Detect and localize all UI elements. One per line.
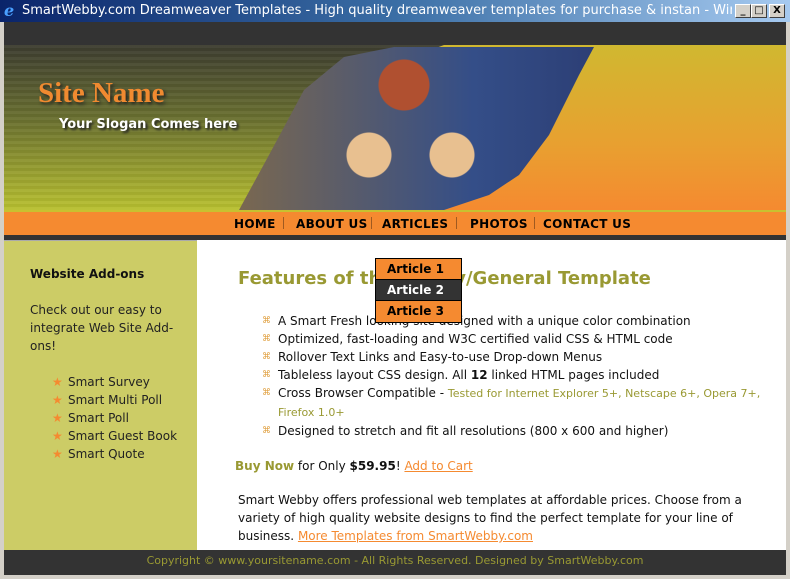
window-title: SmartWebby.com Dreamweaver Templates - H… (22, 3, 732, 18)
feature-item: ⌘ Designed to stretch and fit all resolut… (262, 422, 772, 440)
addon-item[interactable]: ★ Smart Poll (52, 411, 177, 429)
star-icon: ★ (52, 411, 63, 425)
dropdown-article-1[interactable]: Article 1 (376, 259, 461, 280)
feature-item: ⌘ A Smart Fresh looking site designed wit… (262, 312, 772, 330)
addon-label[interactable]: Smart Quote (68, 447, 145, 461)
feature-text: Rollover Text Links and Easy-to-use Drop… (278, 350, 603, 364)
nav-separator (534, 217, 535, 229)
addon-item[interactable]: ★ Smart Quote (52, 447, 177, 465)
nav-separator (371, 217, 372, 229)
bullet-icon: ⌘ (262, 334, 271, 344)
feature-text: linked HTML pages included (487, 368, 660, 382)
bullet-icon: ⌘ (262, 316, 271, 326)
add-to-cart-link[interactable]: Add to Cart (404, 459, 472, 473)
maximize-button[interactable]: □ (751, 4, 767, 18)
feature-item: ⌘ Tableless layout CSS design. All 12 lin… (262, 366, 772, 384)
dropdown-article-3[interactable]: Article 3 (376, 301, 461, 322)
nav-about-us[interactable]: ABOUT US (296, 217, 368, 231)
bullet-icon: ⌘ (262, 352, 271, 362)
bullet-icon: ⌘ (262, 426, 271, 436)
addon-list: ★ Smart Survey ★ Smart Multi Poll ★ Smart P… (52, 375, 177, 465)
minimize-button[interactable]: _ (735, 4, 751, 18)
buy-line: Buy Now for Only $59.95! Add to Cart (235, 459, 473, 473)
star-icon: ★ (52, 375, 63, 389)
star-icon: ★ (52, 447, 63, 461)
for-only-text: for Only (294, 459, 350, 473)
bullet-icon: ⌘ (262, 388, 271, 398)
feature-item: ⌘ Rollover Text Links and Easy-to-use Dro… (262, 348, 772, 366)
nav-separator (283, 217, 284, 229)
main-nav: HOME ABOUT US ARTICLES PHOTOS CONTACT US (4, 210, 786, 235)
web-page: Site Name Your Slogan Comes here HOME AB… (4, 22, 786, 575)
addon-label[interactable]: Smart Survey (68, 375, 150, 389)
feature-text: Optimized, fast-loading and W3C certifie… (278, 332, 673, 346)
top-bar (4, 22, 786, 45)
bullet-icon: ⌘ (262, 370, 271, 380)
star-icon: ★ (52, 393, 63, 407)
articles-dropdown: Article 1 Article 2 Article 3 (375, 258, 462, 323)
window-titlebar: e SmartWebby.com Dreamweaver Templates -… (0, 0, 790, 22)
site-slogan: Your Slogan Comes here (59, 117, 238, 132)
addon-item[interactable]: ★ Smart Survey (52, 375, 177, 393)
sidebar-text: Check out our easy to integrate Web Site… (30, 303, 174, 353)
feature-text: A Smart Fresh looking site designed with… (278, 314, 691, 328)
feature-list: ⌘ A Smart Fresh looking site designed wit… (262, 312, 772, 440)
buy-now-label: Buy Now (235, 459, 295, 473)
dropdown-article-2[interactable]: Article 2 (376, 280, 461, 301)
more-templates-link[interactable]: More Templates from SmartWebby.com (298, 529, 533, 543)
page-count: 12 (470, 368, 488, 382)
footer: Copyright © www.yoursitename.com - All R… (4, 550, 786, 575)
addon-label[interactable]: Smart Multi Poll (68, 393, 162, 407)
feature-item: ⌘ Optimized, fast-loading and W3C certifi… (262, 330, 772, 348)
star-icon: ★ (52, 429, 63, 443)
addon-item[interactable]: ★ Smart Multi Poll (52, 393, 177, 411)
close-button[interactable]: X (769, 4, 785, 18)
addon-label[interactable]: Smart Guest Book (68, 429, 177, 443)
feature-text: Tableless layout CSS design. All (278, 368, 471, 382)
feature-text: Designed to stretch and fit all resoluti… (278, 424, 669, 438)
sidebar-heading: Website Add-ons (30, 267, 145, 281)
nav-contact-us[interactable]: CONTACT US (543, 217, 631, 231)
price: $59.95 (349, 459, 396, 473)
header-banner: Site Name Your Slogan Comes here (4, 45, 786, 210)
nav-articles[interactable]: ARTICLES (382, 217, 448, 231)
ie-icon: e (4, 1, 15, 20)
addon-item[interactable]: ★ Smart Guest Book (52, 429, 177, 447)
nav-home[interactable]: HOME (234, 217, 276, 231)
about-paragraph: Smart Webby offers professional web temp… (238, 491, 768, 545)
nav-separator (456, 217, 457, 229)
nav-photos[interactable]: PHOTOS (470, 217, 528, 231)
addon-label[interactable]: Smart Poll (68, 411, 129, 425)
site-name: Site Name (38, 77, 165, 109)
sidebar: Website Add-ons Check out our easy to in… (4, 240, 197, 550)
feature-text: Cross Browser Compatible - (278, 386, 448, 400)
feature-item: ⌘ Cross Browser Compatible - Tested for I… (262, 384, 772, 422)
